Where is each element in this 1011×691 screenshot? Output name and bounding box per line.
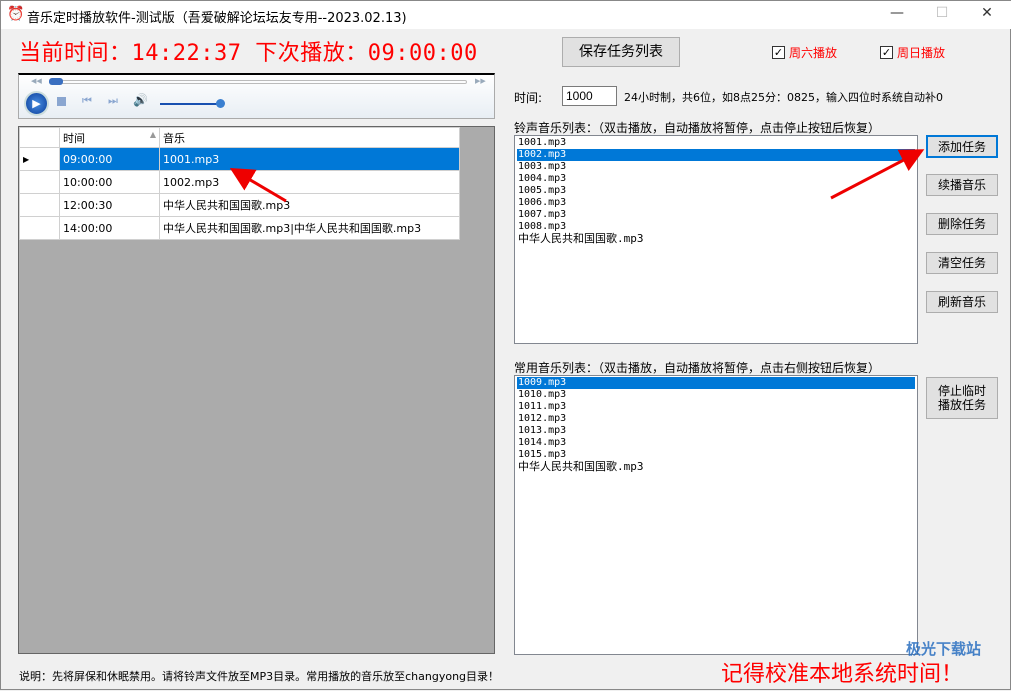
arrow-to-add-button-icon [831, 152, 919, 198]
annotation-arrows [1, 1, 1011, 691]
arrow-to-grid-icon [235, 171, 286, 201]
